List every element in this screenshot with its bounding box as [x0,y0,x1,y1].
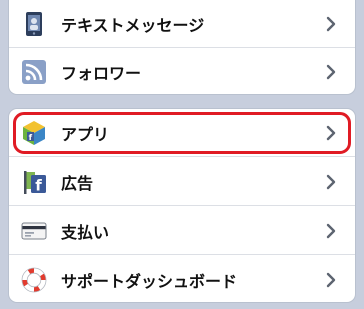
settings-item-label: アプリ [61,124,110,144]
credit-card-icon [21,218,47,244]
settings-item-label: 支払い [61,222,110,242]
settings-item-text-messages[interactable]: テキストメッセージ [9,0,355,48]
settings-group-top: テキストメッセージ フォロワー [8,0,356,95]
chevron-right-icon [319,121,343,145]
svg-text:f: f [35,176,42,194]
svg-text:f: f [29,133,33,142]
ads-flag-icon: f [21,169,47,195]
chevron-right-icon [319,60,343,84]
settings-item-label: サポートダッシュボード [61,272,238,291]
settings-item-support-dashboard[interactable]: サポートダッシュボード [9,256,355,302]
app-cube-icon: f [21,120,47,146]
settings-item-followers[interactable]: フォロワー [9,49,355,94]
rss-feed-icon [21,59,47,85]
chevron-right-icon [319,12,343,36]
settings-item-apps[interactable]: f アプリ [9,109,355,157]
settings-item-ads[interactable]: f 広告 [9,158,355,206]
phone-sms-icon [21,11,47,37]
settings-item-label: フォロワー [61,64,142,83]
chevron-right-icon [319,170,343,194]
settings-item-label: 広告 [61,173,94,193]
settings-group-bottom: f アプリ f 広告 支払い サポートダッシュボード [8,108,356,303]
settings-item-payments[interactable]: 支払い [9,207,355,255]
chevron-right-icon [319,268,343,292]
settings-item-label: テキストメッセージ [61,15,205,35]
lifebuoy-icon [21,267,47,293]
chevron-right-icon [319,219,343,243]
